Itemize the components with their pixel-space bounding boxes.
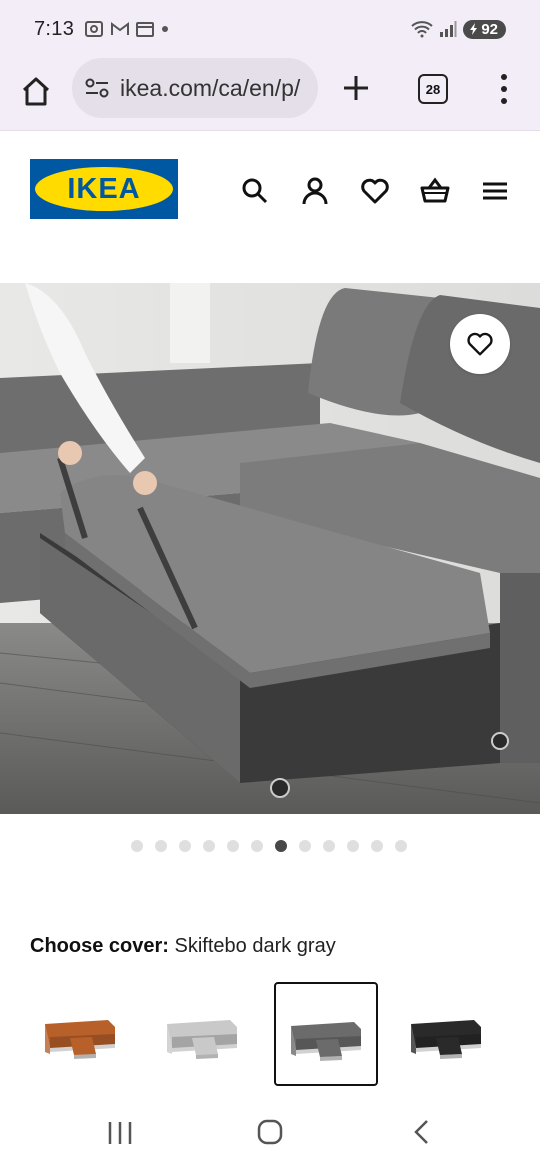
cover-swatch-orange[interactable] [30,982,134,1086]
gallery-dot[interactable] [395,840,407,852]
screenshot-icon [85,21,104,37]
cart-icon[interactable] [420,176,450,206]
status-bar: 7:13 92 [0,0,540,58]
url-text[interactable]: ikea.com/ca/en/p/ [120,75,300,102]
gallery-pagination [131,840,407,852]
battery-level: 92 [481,20,498,38]
cover-label: Choose cover: Skiftebo dark gray [30,935,336,958]
status-system-icons: 92 [411,19,506,39]
address-bar[interactable]: ikea.com/ca/en/p/ [72,58,318,118]
gallery-dot[interactable] [251,840,263,852]
tab-switcher-button[interactable]: 28 [418,74,448,104]
site-settings-icon[interactable] [84,77,110,99]
sofa-thumbnail-icon [291,1022,361,1061]
gallery-dot[interactable] [131,840,143,852]
cover-swatch-dark-gray[interactable] [274,982,378,1086]
battery-icon: 92 [463,19,506,39]
add-to-favorites-button[interactable] [450,314,510,374]
signal-icon [440,21,457,37]
gallery-dot[interactable] [347,840,359,852]
back-icon[interactable] [410,1118,432,1146]
logo-oval: IKEA [35,167,173,211]
gmail-icon [111,22,130,35]
sofa-thumbnail-icon [167,1020,237,1059]
favorites-icon[interactable] [360,176,390,206]
hamburger-menu-icon[interactable] [480,176,510,206]
system-nav-bar [0,1096,540,1170]
recent-apps-icon[interactable] [106,1120,134,1146]
site-header: IKEA [0,131,540,251]
cover-selected-value: Skiftebo dark gray [174,935,336,957]
cover-swatch-light-gray[interactable] [152,982,256,1086]
tab-count: 28 [425,81,441,97]
browser-toolbar: ikea.com/ca/en/p/ 28 [0,58,540,131]
cover-swatch-black[interactable] [396,982,500,1086]
wifi-icon [411,21,433,38]
home-icon[interactable] [18,74,54,110]
calendar-icon [136,22,155,37]
sofa-thumbnail-icon [411,1020,481,1059]
status-notification-icons [84,20,170,38]
gallery-dot[interactable] [371,840,383,852]
cover-label-title: Choose cover: [30,935,169,957]
gallery-dot[interactable] [299,840,311,852]
gallery-dot[interactable] [227,840,239,852]
cover-swatches [30,982,510,1086]
account-icon[interactable] [300,176,330,206]
logo-text: IKEA [67,172,141,205]
gallery-dot[interactable] [155,840,167,852]
sofa-thumbnail-icon [45,1020,115,1059]
gallery-dot[interactable] [179,840,191,852]
gallery-dot[interactable] [323,840,335,852]
gallery-dot[interactable] [275,840,287,852]
ikea-logo[interactable]: IKEA [30,159,178,219]
heart-icon [467,332,493,356]
search-icon[interactable] [240,176,270,206]
status-time: 7:13 [34,17,75,40]
more-options-icon[interactable] [494,72,514,106]
new-tab-icon[interactable] [340,72,372,104]
home-nav-icon[interactable] [256,1118,284,1146]
gallery-dot[interactable] [203,840,215,852]
dot-icon [162,26,169,32]
